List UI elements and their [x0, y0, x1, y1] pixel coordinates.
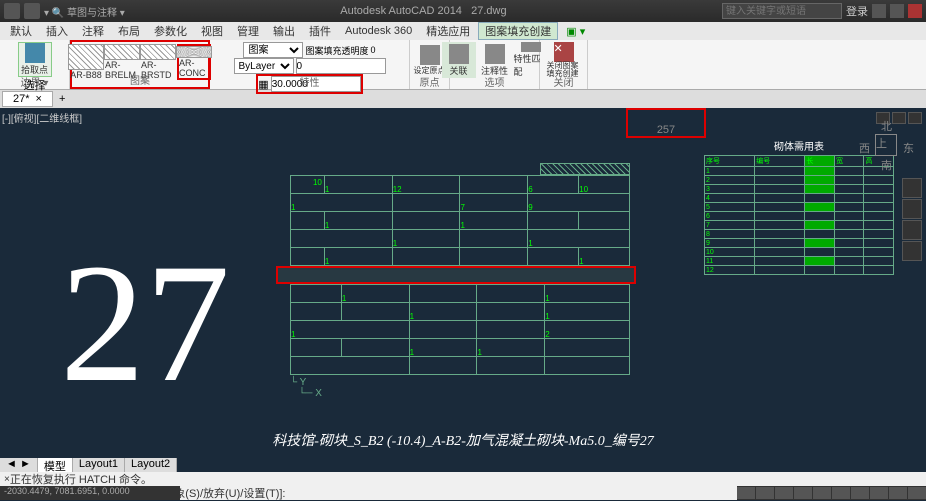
- ribbon-tabs: 默认 插入 注释 布局 参数化 视图 管理 输出 插件 Autodesk 360…: [0, 22, 926, 40]
- annotation-257: 257: [626, 108, 706, 138]
- close-hatch-button[interactable]: ✕关闭图案填充创建: [547, 42, 581, 78]
- big-watermark-number: 27: [60, 238, 230, 408]
- nav-pan-icon[interactable]: [902, 199, 922, 219]
- maximize-icon[interactable]: [890, 4, 904, 18]
- status-ortho-icon[interactable]: [775, 487, 793, 499]
- tab-default[interactable]: 默认: [4, 23, 38, 39]
- table-row: 5: [705, 203, 894, 212]
- trans-value: 0: [371, 45, 376, 55]
- hatch-preview-icon: [68, 44, 104, 70]
- tab-model[interactable]: 模型: [38, 458, 73, 472]
- status-otrack-icon[interactable]: [832, 487, 850, 499]
- table-row: 8: [705, 230, 894, 239]
- compass-east: 东: [903, 140, 914, 156]
- nav-orbit-icon[interactable]: [902, 241, 922, 261]
- compass-west: 西: [859, 140, 870, 156]
- tab-manage[interactable]: 管理: [231, 23, 265, 39]
- view-cube[interactable]: 北 西 东 南 上: [859, 118, 914, 173]
- panel-pattern: 图案: [72, 72, 208, 87]
- nav-wheel-icon[interactable]: [902, 178, 922, 198]
- hatch-type-select[interactable]: 图案: [243, 42, 303, 58]
- viewport-title[interactable]: [-][俯视][二维线框]: [2, 110, 82, 125]
- tab-plugins[interactable]: 插件: [303, 23, 337, 39]
- close-x-icon: ✕: [554, 42, 574, 62]
- table-row: 6: [705, 212, 894, 221]
- table-row: 7: [705, 221, 894, 230]
- close-icon[interactable]: [908, 4, 922, 18]
- coords: -2030.4479, 7081.6951, 0.0000: [0, 486, 180, 500]
- panel-options: 选项: [450, 74, 539, 89]
- table-row: 10: [705, 248, 894, 257]
- match-icon: [521, 42, 541, 52]
- annotative-icon: [485, 44, 505, 64]
- tab-nav-icon[interactable]: ◄ ►: [0, 458, 38, 472]
- tab-close-icon[interactable]: ×: [36, 93, 42, 105]
- hatch-preview-icon: [104, 44, 140, 60]
- tab-layout2[interactable]: Layout2: [125, 458, 177, 472]
- panel-props: 特性: [210, 74, 409, 89]
- status-scale-icon[interactable]: [908, 487, 926, 499]
- status-grid-icon[interactable]: [756, 487, 774, 499]
- tab-a360[interactable]: Autodesk 360: [339, 25, 418, 37]
- command-history: × 正在恢复执行 HATCH 命令。: [0, 472, 926, 486]
- panel-boundary: 边界 ▾: [0, 74, 69, 89]
- table-row: 11: [705, 257, 894, 266]
- compass-north: 北: [881, 118, 892, 134]
- file-name: 27.dwg: [471, 5, 506, 17]
- status-lwt-icon[interactable]: [851, 487, 869, 499]
- tab-insert[interactable]: 插入: [40, 23, 74, 39]
- minimize-icon[interactable]: [872, 4, 886, 18]
- assoc-icon: [449, 44, 469, 64]
- tab-featured[interactable]: 精选应用: [420, 23, 476, 39]
- qat-label: ▾ 🔍 草图与注释 ▾: [44, 4, 125, 19]
- user-label[interactable]: 登录: [846, 3, 868, 19]
- drawing-caption: 科技馆-砌块_S_B2 (-10.4)_A-B2-加气混凝土砌块-Ma5.0_编…: [0, 430, 926, 450]
- trans-label: 图案填充透明度: [305, 44, 368, 57]
- status-snap-icon[interactable]: [737, 487, 755, 499]
- status-bar: [737, 486, 926, 500]
- annotation-hatch-row: [276, 266, 636, 284]
- cube-face[interactable]: 上: [875, 134, 897, 156]
- annot-button[interactable]: 注释性: [478, 42, 512, 78]
- table-row: 12: [705, 266, 894, 275]
- tab-hatch-creation[interactable]: 图案填充创建: [478, 22, 558, 40]
- status-ann-icon[interactable]: [889, 487, 907, 499]
- app-title: Autodesk AutoCAD 2014: [340, 5, 462, 17]
- tab-view[interactable]: 视图: [195, 23, 229, 39]
- nav-zoom-icon[interactable]: [902, 220, 922, 240]
- table-row: 3: [705, 185, 894, 194]
- pick-point-button[interactable]: 拾取点: [18, 42, 52, 77]
- hatch-layer-select[interactable]: ByLayer: [234, 58, 294, 74]
- hatch-preview-icon: [176, 46, 212, 58]
- tab-annotate[interactable]: 注释: [76, 23, 110, 39]
- table-row: 2: [705, 176, 894, 185]
- navigation-bar: [902, 178, 922, 262]
- table-row: 4: [705, 194, 894, 203]
- status-osnap-icon[interactable]: [813, 487, 831, 499]
- help-search-input[interactable]: [722, 3, 842, 19]
- status-model-icon[interactable]: [870, 487, 888, 499]
- drawing-canvas[interactable]: [-][俯视][二维线框] 27 257 10112610 179 11 11 …: [0, 108, 926, 458]
- tab-more-icon[interactable]: ▣ ▾: [560, 25, 591, 38]
- block-wall-drawing: 10112610 179 11 11 11 11 11 12 11 └ Y └─…: [290, 163, 630, 399]
- qat-icon[interactable]: [24, 3, 40, 19]
- origin-icon: [420, 45, 440, 65]
- pick-point-icon: [25, 43, 45, 63]
- file-tab[interactable]: 27* ×: [2, 91, 53, 107]
- table-row: 9: [705, 239, 894, 248]
- angle-input[interactable]: [296, 58, 386, 74]
- compass-south: 南: [881, 157, 892, 173]
- status-polar-icon[interactable]: [794, 487, 812, 499]
- autocad-logo-icon: [4, 3, 20, 19]
- panel-close: 关闭: [540, 74, 587, 89]
- hatch-preview-icon: [140, 44, 176, 60]
- tab-layout1[interactable]: Layout1: [73, 458, 125, 472]
- new-tab-icon[interactable]: +: [53, 93, 71, 105]
- assoc-button[interactable]: 关联: [442, 42, 476, 78]
- tab-output[interactable]: 输出: [267, 23, 301, 39]
- layout-tabs: ◄ ► 模型 Layout1 Layout2: [0, 458, 177, 472]
- tab-parametric[interactable]: 参数化: [148, 23, 193, 39]
- tab-layout[interactable]: 布局: [112, 23, 146, 39]
